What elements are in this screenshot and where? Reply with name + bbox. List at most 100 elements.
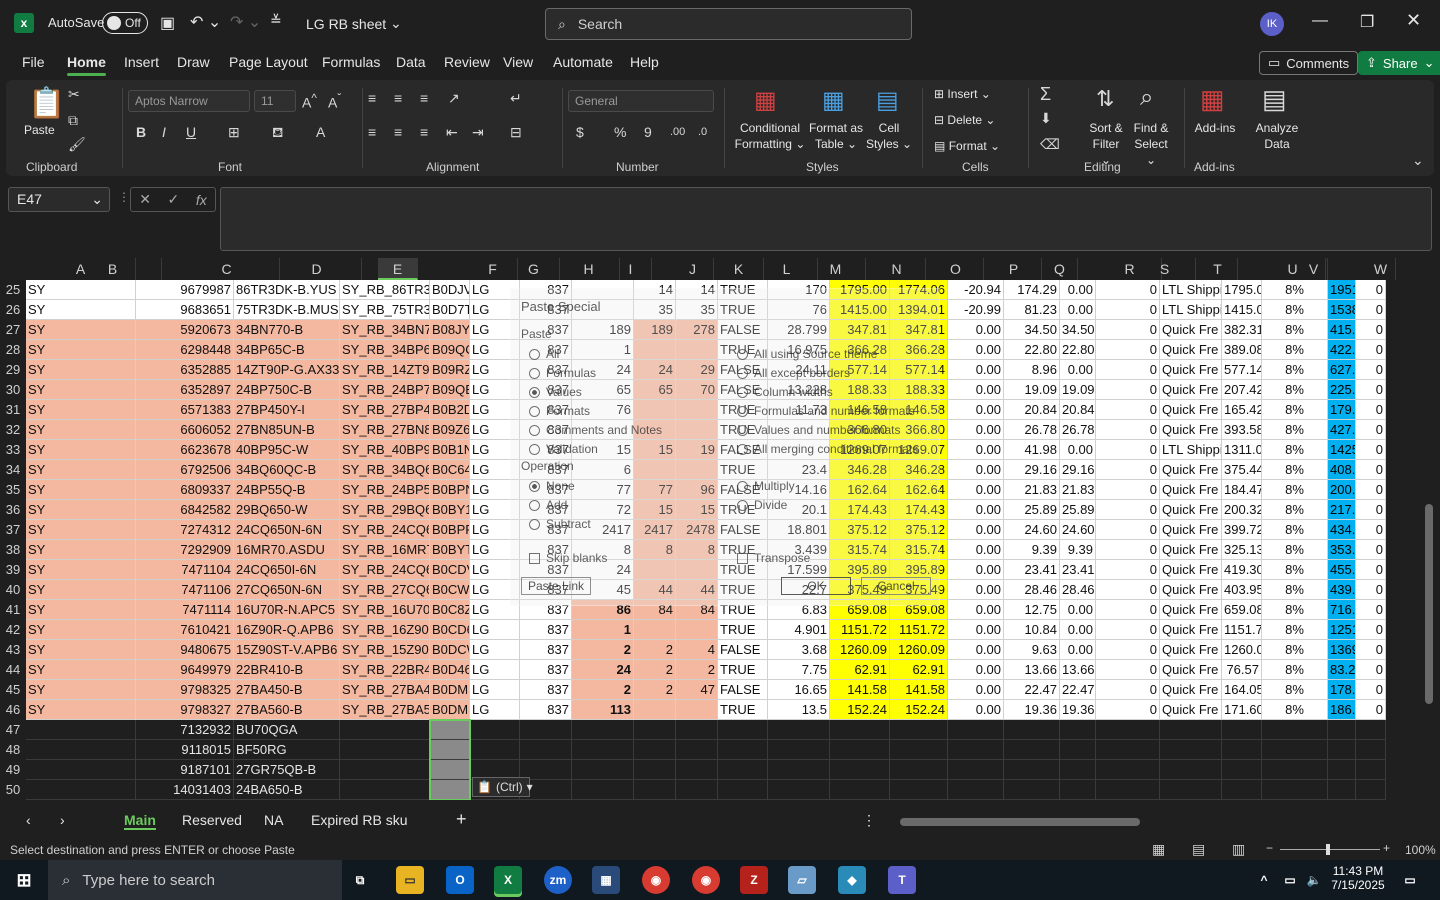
tab-file[interactable]: File [22,54,45,70]
column-header-s[interactable]: S [1134,258,1196,280]
app-icon[interactable]: ▱ [788,866,816,894]
percent-button[interactable]: % [614,124,626,140]
cell-p30[interactable]: 19.09 [1004,380,1060,400]
cell-j42[interactable] [676,620,718,640]
column-header-p[interactable]: P [986,258,1042,280]
cell-a42[interactable]: SY [26,620,136,640]
cell-e44[interactable]: B0D46C4T99 [430,660,470,680]
cell-e40[interactable]: B0CW15QN5G [430,580,470,600]
cell-s30[interactable]: Quick Fre [1160,380,1222,400]
cell-q32[interactable]: 26.78 [1060,420,1096,440]
cell-e46[interactable]: B0DMSP8SX2 [430,700,470,720]
zoom-out-icon[interactable]: − [1266,841,1273,855]
cell-k46[interactable]: TRUE [718,700,768,720]
cell-u29[interactable]: 8% [1262,360,1328,380]
cell-o30[interactable]: 0.00 [948,380,1004,400]
collapse-ribbon-icon[interactable]: ⌄ [1412,152,1424,169]
cell-p49[interactable] [1004,760,1060,780]
paste-option[interactable]: Formats [529,404,590,418]
cell-q38[interactable]: 9.39 [1060,540,1096,560]
cell-u27[interactable]: 8% [1262,320,1328,340]
cell-a36[interactable]: SY [26,500,136,520]
outlook-icon[interactable]: O [446,866,474,894]
sort-filter-icon[interactable]: ⇅ [1096,86,1114,112]
insert-function-icon[interactable]: fx [196,192,207,208]
cell-l42[interactable]: 4.901 [768,620,830,640]
cell-q46[interactable]: 19.36 [1060,700,1096,720]
cell-a38[interactable]: SY [26,540,136,560]
cell-q43[interactable]: 0.00 [1060,640,1096,660]
row-header[interactable]: 45 [0,680,26,700]
cell-n50[interactable] [890,780,948,800]
format-painter-icon[interactable]: 🖌 [68,136,86,153]
cell-a28[interactable]: SY [26,340,136,360]
row-header[interactable]: 33 [0,440,26,460]
name-box[interactable]: E47 ⌄ [8,187,110,212]
customize-toolbar-icon[interactable]: ≚ [270,12,282,29]
cell-q26[interactable]: 0.00 [1060,300,1096,320]
cell-d39[interactable]: SY_RB_24CQ650I [340,560,430,580]
cell-l46[interactable]: 13.5 [768,700,830,720]
cell-u37[interactable]: 8% [1262,520,1328,540]
cell-p26[interactable]: 81.23 [1004,300,1060,320]
cell-v47[interactable] [1328,720,1356,740]
cell-h45[interactable]: 2 [572,680,634,700]
cell-v38[interactable]: 353.41 [1328,540,1356,560]
cell-d50[interactable] [340,780,430,800]
cell-p34[interactable]: 29.16 [1004,460,1060,480]
tab-automate[interactable]: Automate [553,54,613,70]
paste-right-option[interactable]: All using Source theme [737,347,877,361]
cell-s25[interactable]: LTL Shippi [1160,280,1222,300]
column-header-w[interactable]: W [1366,258,1396,280]
cell-b39[interactable]: 7471104 [136,560,234,580]
cell-c46[interactable]: 27BA560-B [234,700,340,720]
cell-p35[interactable]: 21.83 [1004,480,1060,500]
cell-s46[interactable]: Quick Fre [1160,700,1222,720]
cell-w38[interactable]: 0 [1356,540,1386,560]
cell-h49[interactable] [572,760,634,780]
cell-r36[interactable]: 0 [1096,500,1160,520]
cell-e43[interactable]: B0DCW9YJ1W [430,640,470,660]
cell-w42[interactable]: 0 [1356,620,1386,640]
cell-d35[interactable]: SY_RB_24BP55Q-B [340,480,430,500]
cell-e30[interactable]: B09QBTBMJT [430,380,470,400]
column-header-i[interactable]: I [610,258,652,280]
cell-w37[interactable]: 0 [1356,520,1386,540]
cell-d33[interactable]: SY_RB_40BP95C-W [340,440,430,460]
ok-button[interactable]: OK [781,577,851,595]
insert-cells-button[interactable]: ⊞ Insert ⌄ [934,86,991,102]
cell-o49[interactable] [948,760,1004,780]
cell-w39[interactable]: 0 [1356,560,1386,580]
cell-t36[interactable]: 200.32 [1222,500,1262,520]
cell-s34[interactable]: Quick Fre [1160,460,1222,480]
cell-k45[interactable]: FALSE [718,680,768,700]
transpose-checkbox[interactable]: Transpose [737,551,810,565]
cell-p31[interactable]: 20.84 [1004,400,1060,420]
paste-option[interactable]: Comments and Notes [529,423,662,437]
cell-e26[interactable]: B0D7TRKP2N [430,300,470,320]
cell-v48[interactable] [1328,740,1356,760]
cell-e31[interactable]: B0B2DGSPRR [430,400,470,420]
task-view-icon[interactable]: ⧉ [346,866,374,894]
paste-option[interactable]: Formulas [529,366,596,380]
cell-b28[interactable]: 6298448 [136,340,234,360]
tab-page-layout[interactable]: Page Layout [229,54,308,70]
cell-a47[interactable] [26,720,136,740]
cell-v35[interactable]: 200.51 [1328,480,1356,500]
excel-taskbar-icon[interactable]: X [494,866,522,894]
cell-a37[interactable]: SY [26,520,136,540]
cell-s50[interactable] [1160,780,1222,800]
cell-o33[interactable]: 0.00 [948,440,1004,460]
conditional-formatting-icon[interactable]: ▦ [754,86,777,115]
cell-v36[interactable]: 217.74 [1328,500,1356,520]
cell-u33[interactable]: 8% [1262,440,1328,460]
cell-e36[interactable]: B0BY1C8T4P [430,500,470,520]
cell-t49[interactable] [1222,760,1262,780]
cell-q45[interactable]: 22.47 [1060,680,1096,700]
cell-w40[interactable]: 0 [1356,580,1386,600]
cell-p29[interactable]: 8.96 [1004,360,1060,380]
cell-a39[interactable]: SY [26,560,136,580]
share-button[interactable]: ⇪ Share ⌄ [1358,51,1440,75]
row-header[interactable]: 41 [0,600,26,620]
cell-l45[interactable]: 16.65 [768,680,830,700]
